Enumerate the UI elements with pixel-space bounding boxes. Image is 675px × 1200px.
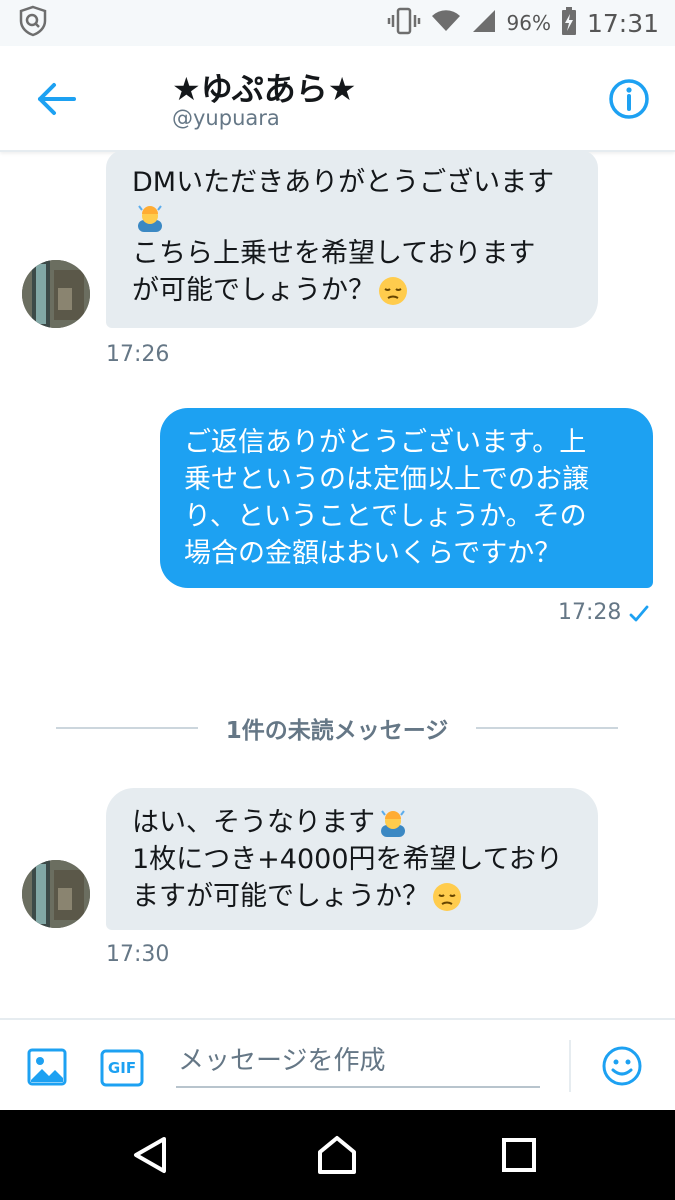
message-line: が可能でしょうか？ xyxy=(132,275,375,306)
avatar-image xyxy=(22,260,90,328)
message-line: 場合の金額はおいくらですか？ xyxy=(184,538,562,569)
info-button[interactable] xyxy=(608,78,650,120)
status-time: 17:31 xyxy=(586,8,659,38)
message-list[interactable]: DMいただきありがとうございます こちら上乗せを希望しております が可能でしょう… xyxy=(0,152,675,1018)
pensive-face-emoji xyxy=(379,276,407,305)
system-nav-bar xyxy=(0,1110,675,1200)
image-icon xyxy=(27,1048,67,1086)
nav-home-button[interactable] xyxy=(316,1134,358,1176)
add-gif-button[interactable]: GIF xyxy=(100,1048,144,1088)
incoming-message-bubble[interactable]: はい、そうなります 1枚につき+4000円を希望しており ますが可能でしょうか？ xyxy=(106,788,598,930)
incoming-message-bubble[interactable]: DMいただきありがとうございます こちら上乗せを希望しております が可能でしょう… xyxy=(106,152,598,328)
unread-divider: 1件の未読メッセージ xyxy=(56,713,619,744)
outgoing-message-bubble[interactable]: ご返信ありがとうございます。上 乗せというのは定価以上でのお譲 り、ということで… xyxy=(160,408,653,588)
message-line: 1枚につき+4000円を希望しており xyxy=(132,844,563,875)
avatar-image xyxy=(22,860,90,928)
back-arrow-icon xyxy=(38,83,76,115)
bowing-person-emoji xyxy=(138,205,162,232)
pensive-face-emoji xyxy=(433,882,461,911)
divider-rule xyxy=(56,727,198,729)
battery-percent: 96% xyxy=(506,11,551,35)
checkmark-icon xyxy=(629,605,649,622)
back-button[interactable] xyxy=(34,76,80,122)
message-timestamp: 17:28 xyxy=(558,600,622,625)
conversation-name[interactable]: ★ゆぷあら★ xyxy=(172,64,356,110)
composer-separator xyxy=(569,1040,571,1092)
smiley-icon xyxy=(602,1046,642,1086)
message-line: 乗せというのは定価以上でのお譲 xyxy=(184,464,589,495)
info-icon xyxy=(609,79,649,119)
message-input[interactable]: メッセージを作成 xyxy=(176,1036,540,1088)
status-bar: 96% 17:31 xyxy=(0,0,675,46)
gif-label: GIF xyxy=(107,1059,137,1077)
message-line: はい、そうなります xyxy=(132,807,375,838)
message-line: り、ということでしょうか。その xyxy=(184,501,587,532)
wifi-icon xyxy=(431,9,461,37)
add-image-button[interactable] xyxy=(26,1046,68,1088)
avatar[interactable] xyxy=(22,860,90,928)
back-triangle-icon xyxy=(134,1137,166,1173)
message-line: こちら上乗せを希望しております xyxy=(132,238,536,269)
avatar[interactable] xyxy=(22,260,90,328)
message-line: ご返信ありがとうございます。上 xyxy=(184,427,587,458)
unread-label: 1件の未読メッセージ xyxy=(225,718,449,744)
nav-back-button[interactable] xyxy=(130,1134,172,1176)
emoji-button[interactable] xyxy=(601,1045,643,1087)
battery-charging-icon xyxy=(561,7,577,39)
vibrate-icon xyxy=(387,7,421,39)
divider-rule xyxy=(476,727,619,729)
recents-square-icon xyxy=(502,1138,536,1172)
message-composer: GIF メッセージを作成 xyxy=(0,1018,675,1112)
message-line: ますが可能でしょうか？ xyxy=(132,881,429,912)
shield-app-icon xyxy=(18,5,48,41)
signal-icon xyxy=(471,8,497,38)
message-timestamp: 17:26 xyxy=(106,342,170,367)
conversation-handle[interactable]: @yupuara xyxy=(172,106,280,130)
conversation-header: ★ゆぷあら★ @yupuara xyxy=(0,46,675,152)
nav-recents-button[interactable] xyxy=(498,1134,540,1176)
home-circle-icon xyxy=(318,1136,356,1174)
message-timestamp: 17:30 xyxy=(106,942,170,967)
bowing-person-emoji xyxy=(381,809,405,837)
message-line: DMいただきありがとうございます xyxy=(132,167,555,198)
